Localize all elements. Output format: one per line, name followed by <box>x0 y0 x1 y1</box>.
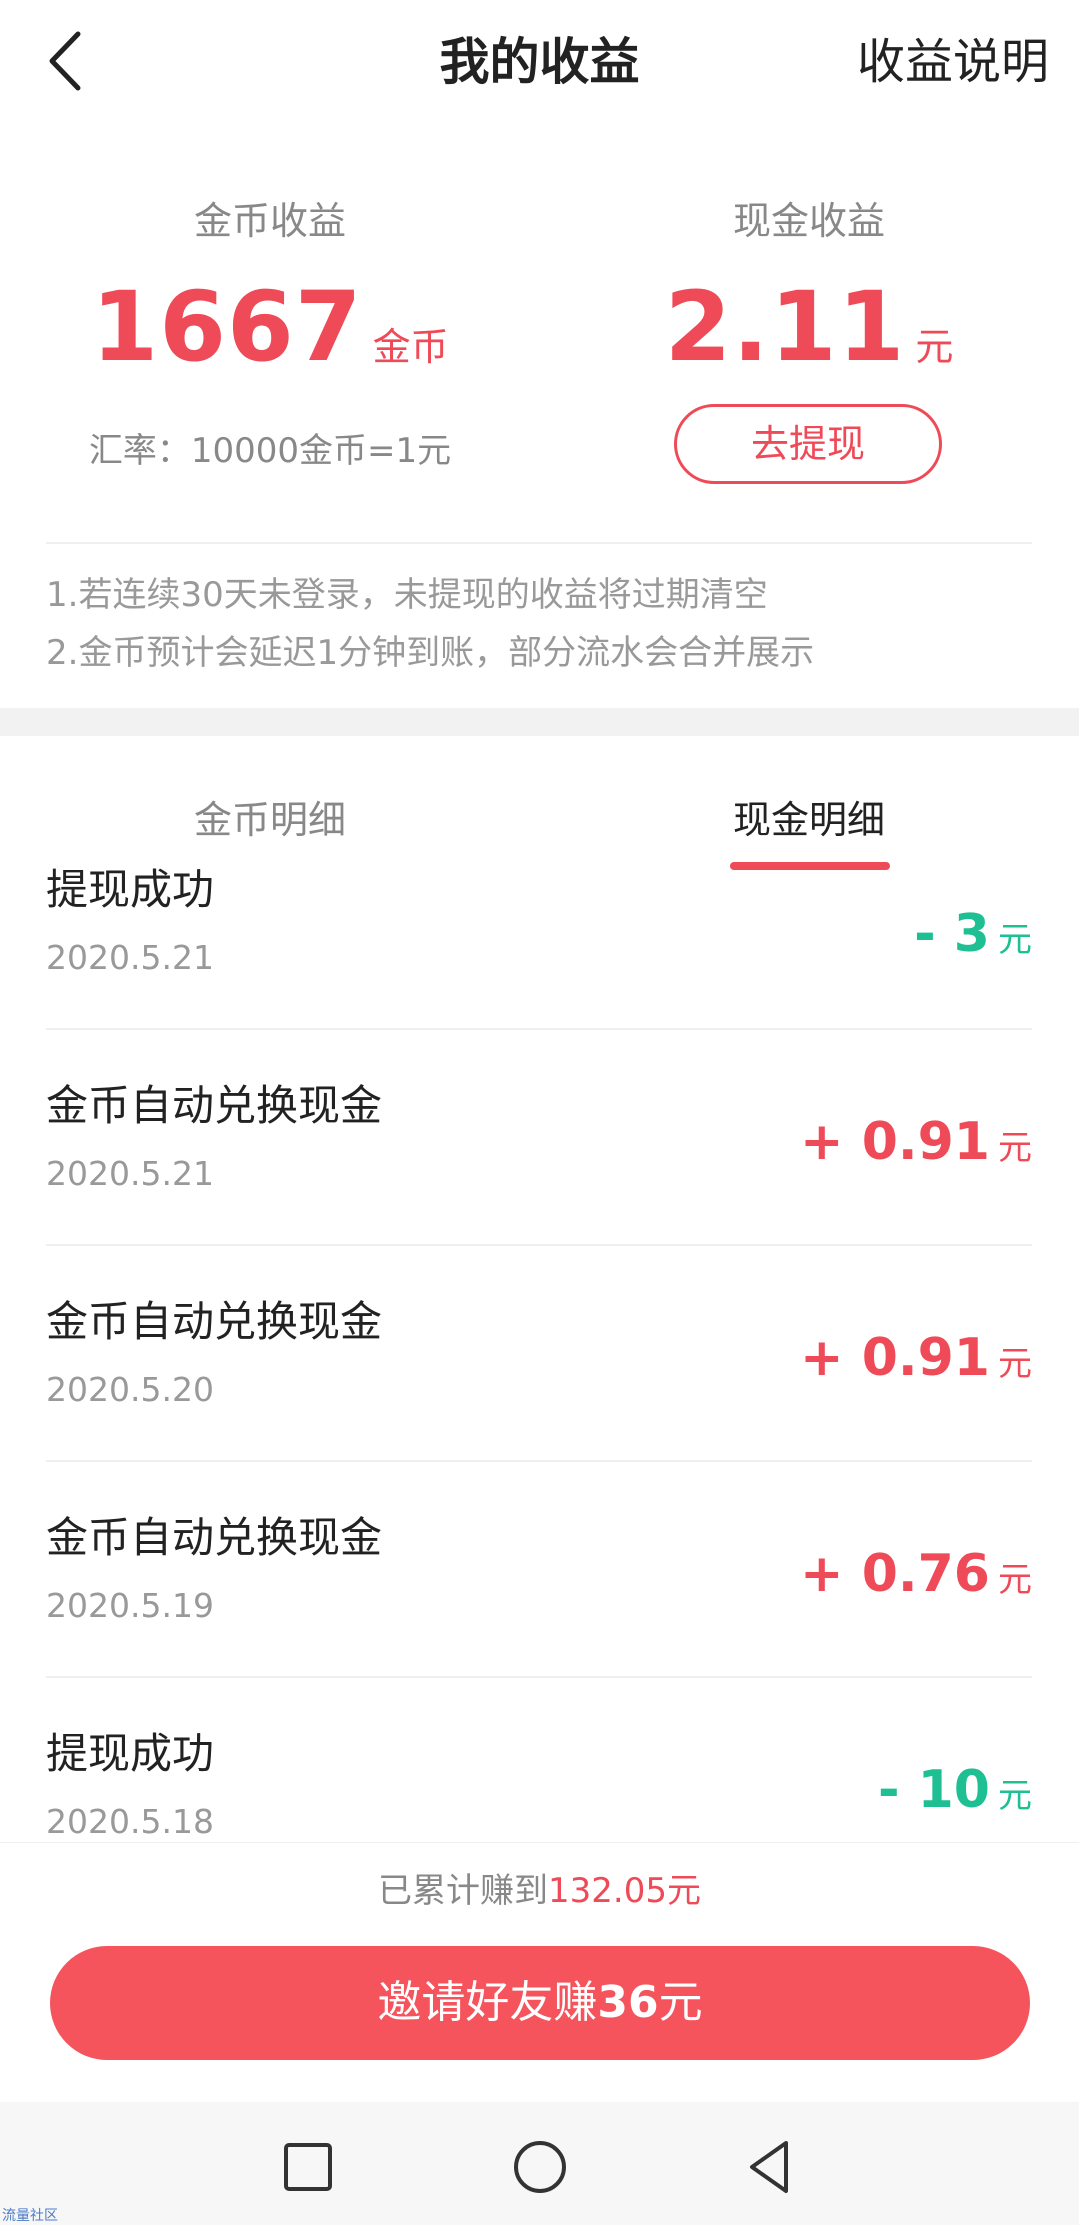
cash-unit: 元 <box>915 325 954 369</box>
record-date: 2020.5.20 <box>46 1370 214 1409</box>
earnings-explanation-link[interactable]: 收益说明 <box>857 30 1049 94</box>
square-icon[interactable] <box>278 2137 338 2197</box>
total-earned-amount: 132.05元 <box>548 1871 701 1911</box>
coin-earnings-label: 金币收益 <box>193 199 346 243</box>
record-amount: + 0.91 元 <box>800 1112 1032 1172</box>
watermark: 流量社区 <box>2 2208 58 2224</box>
notice-line-1: 1.若连续30天未登录，未提现的收益将过期清空 <box>46 575 768 615</box>
cash-earnings-label: 现金收益 <box>732 199 885 243</box>
record-amount: - 10 元 <box>877 1760 1032 1820</box>
coin-amount: 1667 <box>91 271 363 383</box>
withdraw-button[interactable]: 去提现 <box>674 404 942 484</box>
record-date: 2020.5.21 <box>46 1154 214 1193</box>
notice-line-2: 2.金币预计会延迟1分钟到账，部分流水会合并展示 <box>46 633 815 673</box>
list-item: 提现成功 2020.5.18 - 10 元 <box>46 1678 1032 1842</box>
list-item: 金币自动兑换现金 2020.5.20 + 0.91 元 <box>46 1246 1032 1462</box>
divider <box>46 542 1032 544</box>
record-title: 金币自动兑换现金 <box>46 1513 383 1562</box>
record-date: 2020.5.19 <box>46 1586 214 1625</box>
record-title: 提现成功 <box>46 1729 215 1778</box>
circle-icon[interactable] <box>510 2137 570 2197</box>
coin-unit: 金币 <box>372 325 449 369</box>
exchange-rate-text: 汇率：10000金币=1元 <box>88 431 452 471</box>
list-item: 金币自动兑换现金 2020.5.21 + 0.91 元 <box>46 1030 1032 1246</box>
cash-earnings-value: 2.11 元 <box>539 272 1079 382</box>
section-separator <box>0 708 1079 736</box>
record-title: 提现成功 <box>46 865 215 914</box>
record-title: 金币自动兑换现金 <box>46 1297 383 1346</box>
coin-earnings-value: 1667 金币 <box>0 272 540 382</box>
record-amount: + 0.91 元 <box>800 1328 1032 1388</box>
record-title: 金币自动兑换现金 <box>46 1081 383 1130</box>
record-date: 2020.5.18 <box>46 1802 214 1841</box>
list-item: 提现成功 2020.5.21 - 3元 <box>46 814 1032 1030</box>
list-item: 金币自动兑换现金 2020.5.19 + 0.76 元 <box>46 1462 1032 1678</box>
total-earned-text: 已累计赚到132.05元 <box>378 1871 701 1911</box>
record-amount: - 3元 <box>914 904 1032 964</box>
triangle-back-icon[interactable] <box>740 2137 800 2197</box>
record-amount: + 0.76 元 <box>800 1544 1032 1604</box>
invite-friends-button[interactable]: 邀请好友赚36元 <box>50 1946 1030 2060</box>
cash-amount: 2.11 <box>664 271 906 383</box>
record-date: 2020.5.21 <box>46 938 214 977</box>
